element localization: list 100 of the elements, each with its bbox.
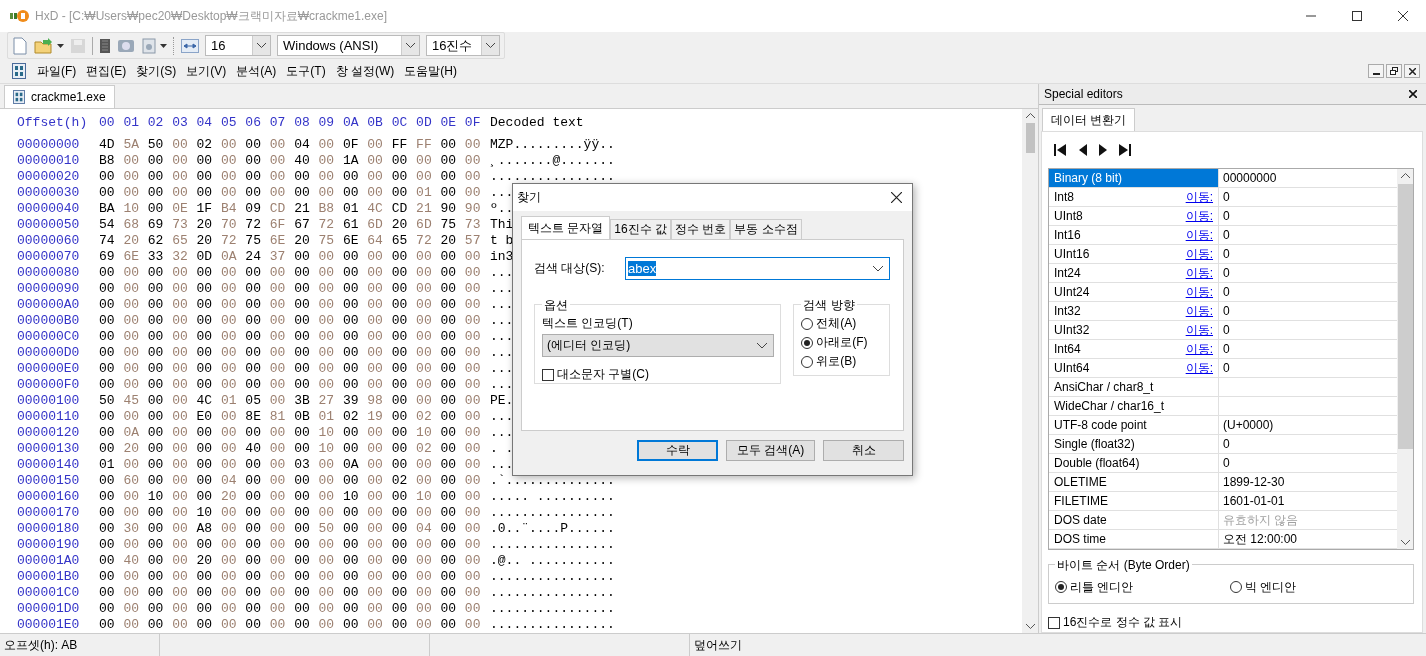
menu-item[interactable]: 분석(A) [231, 62, 282, 80]
grid-row-label[interactable]: FILETIME [1049, 492, 1219, 510]
checkbox[interactable] [1048, 616, 1060, 629]
hex-byte: 01 [342, 201, 360, 217]
menu-item[interactable]: 도구(T) [281, 62, 331, 80]
go-to-link[interactable]: 이동: [1185, 245, 1213, 263]
go-to-link[interactable]: 이동: [1185, 264, 1213, 282]
grid-row-label[interactable]: UInt32 이동: [1049, 321, 1219, 339]
radio-option[interactable]: 전체(A) [801, 314, 883, 333]
grid-row-label[interactable]: UInt8 이동: [1049, 207, 1219, 225]
go-to-link[interactable]: 이동: [1185, 283, 1213, 301]
radio-button[interactable] [801, 317, 814, 330]
hex-byte: 00 [196, 185, 214, 201]
dialog-tab[interactable]: 정수 번호 [671, 219, 731, 239]
dialog-tab[interactable]: 텍스트 문자열 [521, 216, 611, 239]
checkbox[interactable] [542, 368, 554, 381]
menu-item[interactable]: 편집(E) [81, 62, 132, 80]
go-to-link[interactable]: 이동: [1185, 359, 1213, 377]
dialog-tab[interactable]: 16진수 값 [610, 219, 672, 239]
bytes-per-row-select[interactable]: 16 [205, 35, 271, 56]
hex-byte: 20 [391, 217, 409, 233]
hex-byte: 00 [147, 313, 165, 329]
next-icon[interactable] [1098, 143, 1108, 157]
grid-row-label[interactable]: DOS time [1049, 530, 1219, 548]
offset-base-select[interactable]: 16진수 [426, 35, 500, 56]
hex-byte: 09 [245, 201, 262, 217]
scrollbar-thumb[interactable] [1397, 184, 1413, 449]
grid-row-label[interactable]: AnsiChar / char8_t [1049, 378, 1219, 396]
hex-byte: CD [269, 201, 287, 217]
first-icon[interactable] [1054, 143, 1068, 157]
grid-row-label[interactable]: Int32 이동: [1049, 302, 1219, 320]
grid-row-label[interactable]: DOS date [1049, 511, 1219, 529]
caret-icon[interactable] [160, 43, 167, 48]
menu-item[interactable]: 창 설정(W) [330, 62, 400, 80]
search-field[interactable]: abex [625, 257, 890, 280]
chip-icon[interactable] [99, 37, 111, 54]
scrollbar-thumb[interactable] [1025, 123, 1035, 153]
hex-byte: 64 [367, 233, 384, 249]
grid-row-label[interactable]: Single (float32) [1049, 435, 1219, 453]
hex-byte: 00 [416, 377, 433, 393]
grid-row-label[interactable]: Double (float64) [1049, 454, 1219, 472]
menu-item[interactable]: 찾기(S) [131, 62, 182, 80]
hex-byte: 00 [196, 601, 214, 617]
offset-label: 00000120 [17, 425, 81, 441]
dialog-tab[interactable]: 부동 소수점 [730, 219, 802, 239]
grid-row-label[interactable]: UInt16 이동: [1049, 245, 1219, 263]
grid-row-label[interactable]: Int24 이동: [1049, 264, 1219, 282]
go-to-link[interactable]: 이동: [1185, 207, 1213, 225]
radio-option[interactable]: 아래로(F) [801, 333, 883, 352]
close-icon[interactable] [891, 192, 902, 203]
grid-row-label[interactable]: Int16 이동: [1049, 226, 1219, 244]
hex-byte: 00 [123, 409, 140, 425]
menu-item[interactable]: 보기(V) [181, 62, 232, 80]
offset-label: 00000180 [17, 521, 81, 537]
radio-option[interactable]: 리틀 엔디안 [1055, 577, 1230, 597]
radio-option[interactable]: 빅 엔디안 [1230, 577, 1405, 597]
previous-icon[interactable] [1078, 143, 1088, 157]
column-header: 07 [269, 115, 287, 131]
hex-byte: 00 [294, 617, 311, 633]
radio-button[interactable] [1230, 581, 1242, 593]
hex-byte: A8 [196, 521, 214, 537]
grid-row-label[interactable]: UInt24 이동: [1049, 283, 1219, 301]
hex-byte: 00 [294, 361, 311, 377]
grid-row-label[interactable]: Int64 이동: [1049, 340, 1219, 358]
minimize-button[interactable] [1368, 64, 1384, 78]
grid-row-label[interactable]: OLETIME [1049, 473, 1219, 491]
last-icon[interactable] [1118, 143, 1132, 157]
menu-item[interactable]: 도움말(H) [399, 62, 462, 80]
radio-option[interactable]: 위로(B) [801, 352, 883, 371]
dialog-button[interactable]: 취소 [823, 440, 904, 461]
radio-button[interactable] [801, 336, 814, 349]
hex-byte: 00 [318, 473, 336, 489]
grid-row-label[interactable]: WideChar / char16_t [1049, 397, 1219, 415]
type-name: UInt32 [1054, 323, 1090, 337]
go-to-link[interactable]: 이동: [1185, 321, 1213, 339]
radio-button[interactable] [801, 355, 814, 368]
grid-row-label[interactable]: UTF-8 code point [1049, 416, 1219, 434]
dialog-button[interactable]: 수락 [637, 440, 718, 461]
go-to-link[interactable]: 이동: [1185, 340, 1213, 358]
grid-row-label[interactable]: Int8 이동: [1049, 188, 1219, 206]
go-to-link[interactable]: 이동: [1185, 188, 1213, 206]
radio-button[interactable] [1055, 581, 1067, 593]
checkbox-option[interactable]: 16진수로 정수 값 표시 [1048, 614, 1414, 631]
caret-icon[interactable] [57, 43, 64, 48]
grid-row-label[interactable]: Binary (8 bit) [1049, 169, 1219, 187]
charset-select[interactable]: Windows (ANSI) [277, 35, 420, 56]
grid-row-label[interactable]: UInt64 이동: [1049, 359, 1219, 377]
panel-tab[interactable]: 데이터 변환기 [1042, 108, 1136, 131]
menu-item[interactable]: 파일(F) [32, 62, 82, 80]
document-tab[interactable]: crackme1.exe [4, 85, 115, 108]
checkbox-option[interactable]: 대소문자 구별(C) [542, 366, 775, 383]
scrollbar[interactable] [1022, 109, 1038, 633]
scrollbar[interactable] [1397, 169, 1413, 549]
encoding-select[interactable]: (에디터 인코딩) [542, 334, 775, 357]
go-to-link[interactable]: 이동: [1185, 302, 1213, 320]
close-button[interactable] [1404, 64, 1420, 78]
dialog-button[interactable]: 모두 검색(A) [726, 440, 815, 461]
close-icon[interactable] [1409, 90, 1417, 98]
restore-button[interactable] [1386, 64, 1402, 78]
go-to-link[interactable]: 이동: [1185, 226, 1213, 244]
